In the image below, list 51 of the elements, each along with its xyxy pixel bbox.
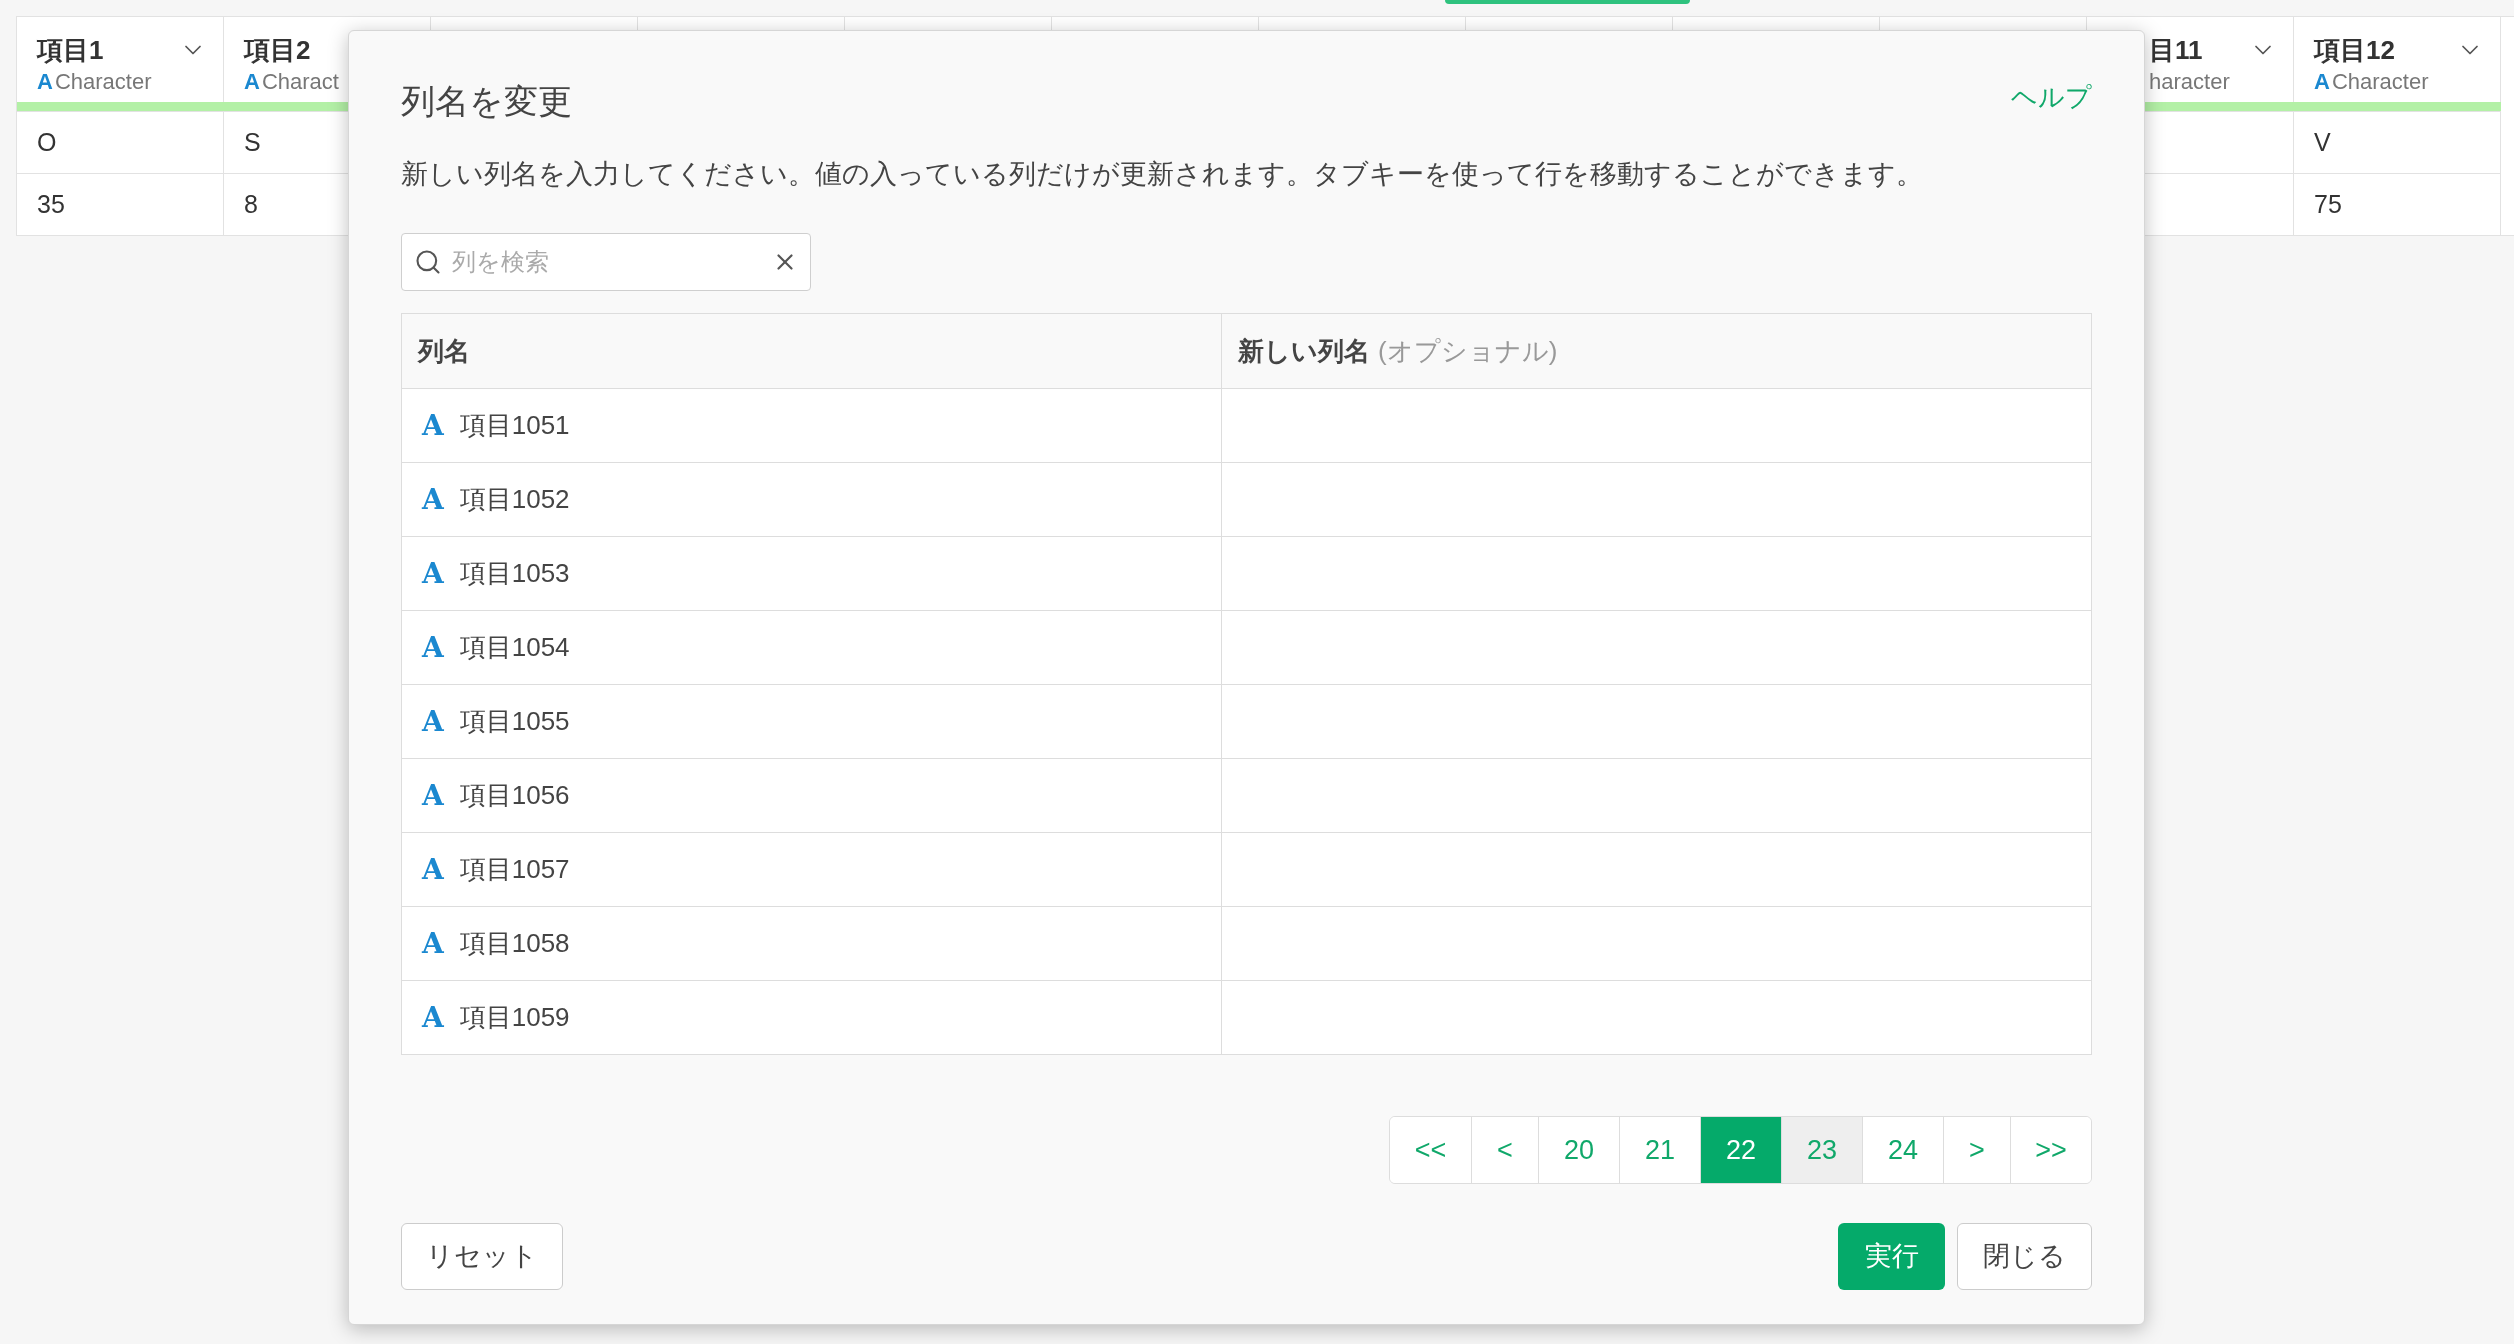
column-header: 列名 — [418, 334, 470, 368]
page-button[interactable]: 20 — [1538, 1117, 1619, 1183]
run-button[interactable]: 実行 — [1838, 1223, 1945, 1290]
close-button[interactable]: 閉じる — [1957, 1223, 2092, 1290]
column-name: 項目1056 — [459, 779, 570, 812]
column-name: 項目12 — [2314, 34, 2395, 67]
grid-cell: V — [2294, 111, 2500, 173]
page-button[interactable]: > — [1943, 1117, 2010, 1183]
type-mark: A — [422, 555, 444, 592]
column-name: 項目1059 — [459, 1001, 570, 1034]
help-link[interactable]: ヘルプ — [2011, 79, 2092, 115]
grid-cell: 35 — [17, 173, 223, 235]
column-name: 項目1058 — [459, 927, 570, 960]
page-button[interactable]: 23 — [1781, 1117, 1862, 1183]
type-mark: A — [422, 481, 444, 518]
page-button[interactable]: 24 — [1862, 1117, 1943, 1183]
type-mark: A — [422, 925, 444, 962]
page-button[interactable]: << — [1390, 1117, 1471, 1183]
page-button[interactable]: >> — [2010, 1117, 2091, 1183]
column-name: 項目1052 — [459, 483, 570, 516]
type-mark: A — [422, 999, 444, 1036]
page-button[interactable]: 21 — [1619, 1117, 1700, 1183]
column-name: 項目1054 — [459, 631, 570, 664]
column-name: 項目1051 — [459, 409, 570, 442]
reset-button[interactable]: リセット — [401, 1223, 563, 1290]
type-mark: A — [422, 407, 444, 444]
column-type: haracter — [2149, 68, 2230, 96]
column-name: 項目2 — [244, 34, 311, 67]
column-header: 新しい列名 (オプショナル) — [1238, 334, 1558, 368]
search-icon — [414, 248, 442, 276]
column-name: 項目1053 — [459, 557, 570, 590]
type-mark: A — [37, 68, 53, 96]
column-type: Charact — [261, 68, 339, 96]
grid-cell: O — [17, 111, 223, 173]
column-type: Character — [2331, 68, 2429, 96]
type-mark: A — [2314, 68, 2330, 96]
column-name: 項目1 — [37, 34, 104, 67]
grid-cell: 75 — [2294, 173, 2500, 235]
page-button[interactable]: 22 — [1700, 1117, 1781, 1183]
search-field[interactable]: 列を検索 — [401, 233, 811, 291]
type-mark: A — [422, 851, 444, 888]
search-input[interactable]: 列を検索 — [452, 244, 762, 280]
type-mark: A — [244, 68, 260, 96]
page-button[interactable]: < — [1471, 1117, 1538, 1183]
column-name: 項目1057 — [459, 853, 570, 886]
column-name: 目11 — [2149, 34, 2203, 67]
column-name: 項目1055 — [459, 705, 570, 738]
type-mark: A — [422, 703, 444, 740]
type-mark: A — [422, 629, 444, 666]
column-type: Character — [54, 68, 152, 96]
type-mark: A — [422, 777, 444, 814]
